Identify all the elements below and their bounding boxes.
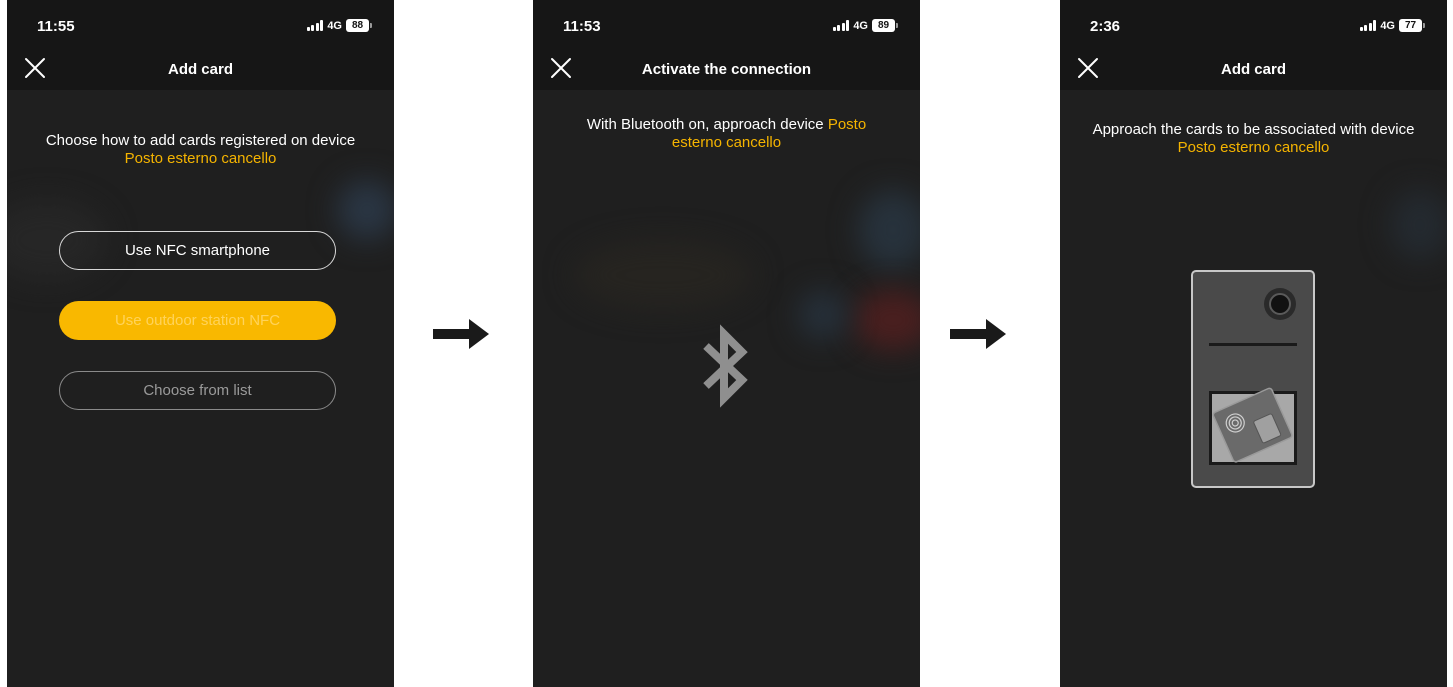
screen-add-card-choose-method: 11:55 4G 88 Add card Choose how to add c… <box>7 0 394 687</box>
background-blur <box>1390 190 1447 260</box>
instruction-text: With Bluetooth on, approach device Posto… <box>533 116 920 152</box>
nav-bar: Activate the connection <box>533 44 920 90</box>
nav-bar: Add card <box>7 44 394 90</box>
arrow-right-icon <box>433 319 489 349</box>
screen-add-card-approach: 2:36 4G 77 Add card Approach the cards t… <box>1060 0 1447 687</box>
page-title: Activate the connection <box>641 61 812 78</box>
device-name: Posto esterno cancello <box>1177 139 1330 156</box>
page-title: Add card <box>1220 61 1286 78</box>
network-type: 4G <box>327 19 342 32</box>
status-bar: 2:36 4G 77 <box>1060 0 1447 44</box>
status-indicators: 4G 89 <box>832 19 898 32</box>
use-nfc-smartphone-button[interactable]: Use NFC smartphone <box>59 231 336 270</box>
bluetooth-icon <box>703 324 748 408</box>
status-indicators: 4G 88 <box>306 19 372 32</box>
device-name: Posto esterno cancello <box>124 150 277 167</box>
outdoor-station-illustration <box>1191 270 1315 488</box>
instruction-message: Approach the cards to be associated with… <box>1092 121 1415 138</box>
signal-icon <box>832 20 850 31</box>
battery-icon: 88 <box>346 19 372 32</box>
status-bar: 11:55 4G 88 <box>7 0 394 44</box>
instruction-text: Approach the cards to be associated with… <box>1060 121 1447 157</box>
background-blur <box>858 190 920 270</box>
background-blur <box>798 290 848 340</box>
content-area: Approach the cards to be associated with… <box>1060 90 1447 687</box>
background-blur <box>853 290 920 350</box>
status-bar: 11:53 4G 89 <box>533 0 920 44</box>
battery-icon: 77 <box>1399 19 1425 32</box>
choose-from-list-button[interactable]: Choose from list <box>59 371 336 410</box>
use-outdoor-station-nfc-button[interactable]: Use outdoor station NFC <box>59 301 336 340</box>
instruction-message: Choose how to add cards registered on de… <box>45 132 356 149</box>
nav-bar: Add card <box>1060 44 1447 90</box>
background-blur <box>337 180 394 240</box>
battery-level: 89 <box>872 19 895 32</box>
signal-icon <box>1359 20 1377 31</box>
status-time: 11:55 <box>37 18 75 35</box>
content-area: With Bluetooth on, approach device Posto… <box>533 90 920 687</box>
status-indicators: 4G 77 <box>1359 19 1425 32</box>
instruction-text: Choose how to add cards registered on de… <box>7 132 394 168</box>
background-blur <box>573 240 753 310</box>
signal-icon <box>306 20 324 31</box>
battery-level: 88 <box>346 19 369 32</box>
network-type: 4G <box>1380 19 1395 32</box>
battery-level: 77 <box>1399 19 1422 32</box>
status-time: 11:53 <box>563 18 601 35</box>
page-title: Add card <box>167 61 233 78</box>
status-time: 2:36 <box>1090 18 1121 35</box>
instruction-message: With Bluetooth on, approach device <box>586 116 824 133</box>
screen-activate-connection: 11:53 4G 89 Activate the connection With… <box>533 0 920 687</box>
content-area: Choose how to add cards registered on de… <box>7 90 394 687</box>
battery-icon: 89 <box>872 19 898 32</box>
arrow-right-icon <box>950 319 1006 349</box>
network-type: 4G <box>853 19 868 32</box>
